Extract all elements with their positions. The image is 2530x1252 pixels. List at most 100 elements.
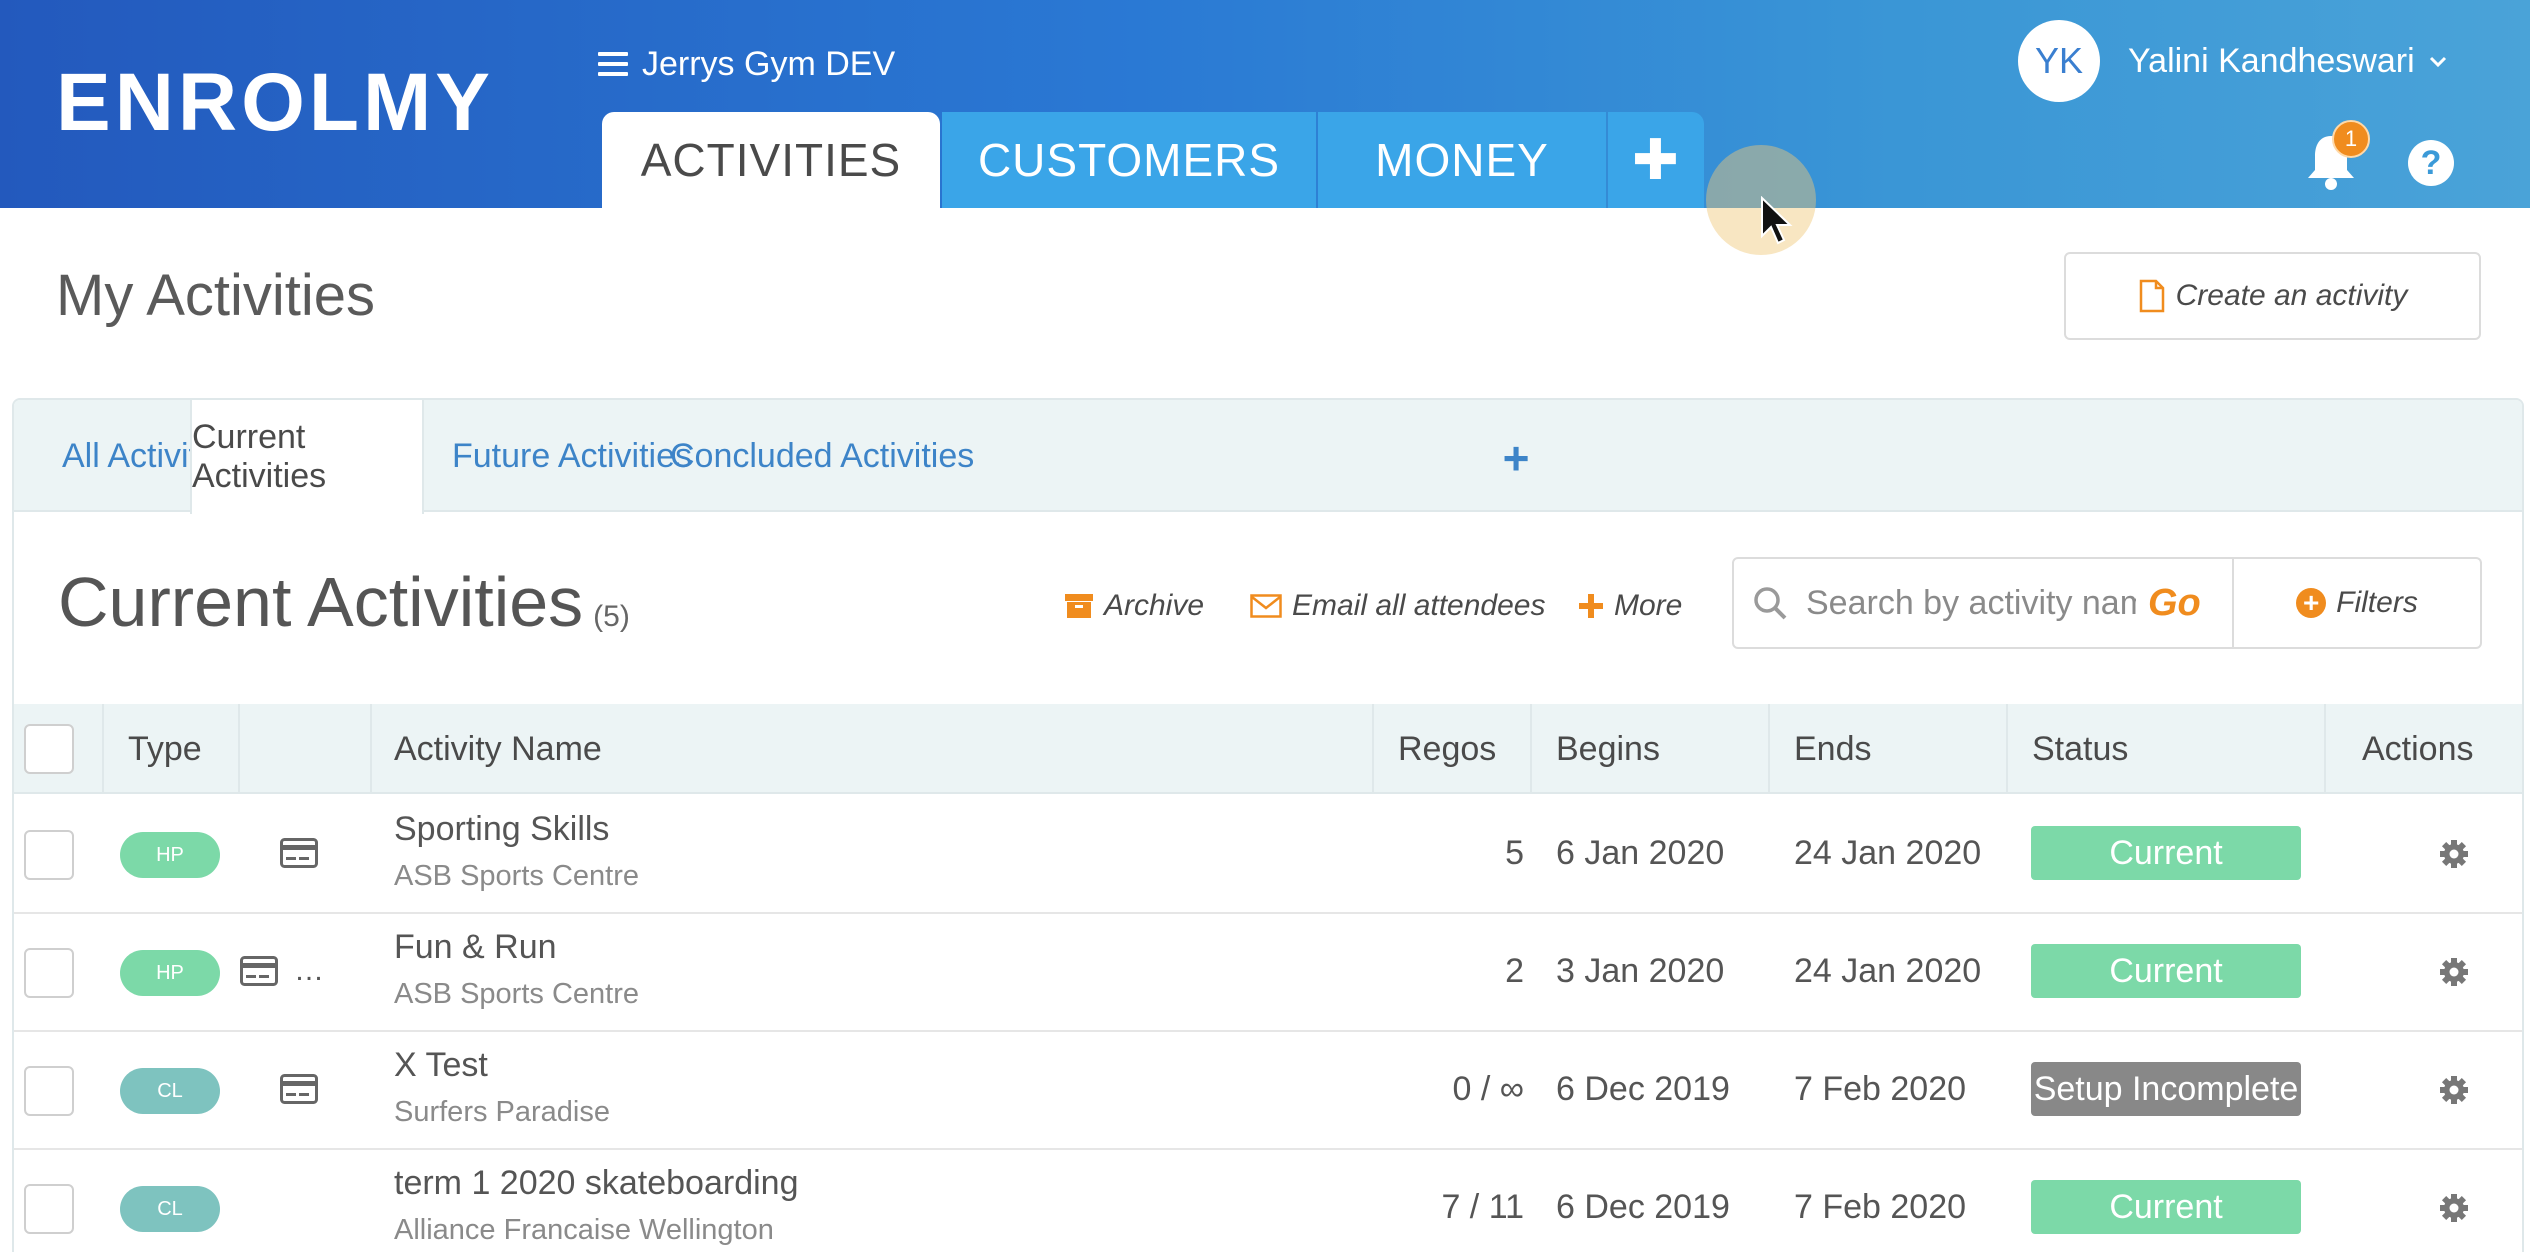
user-menu[interactable]: YK Yalini Kandheswari xyxy=(2018,20,2449,102)
enrolmy-logo[interactable]: ENROLMY xyxy=(56,62,496,142)
tab-customers[interactable]: CUSTOMERS xyxy=(942,112,1316,208)
credit-card-icon xyxy=(240,956,278,986)
activity-name-link[interactable]: Fun & Run xyxy=(394,928,557,967)
regos-count: 2 xyxy=(1505,952,1524,990)
more-label: More xyxy=(1614,589,1683,622)
status-badge: Current xyxy=(2031,826,2301,880)
regos-count: 0 / ∞ xyxy=(1452,1070,1525,1108)
activities-panel: All Activities Current Activities Future… xyxy=(12,398,2524,1252)
activity-venue: ASB Sports Centre xyxy=(394,860,639,892)
activity-venue: Surfers Paradise xyxy=(394,1096,610,1128)
end-date: 24 Jan 2020 xyxy=(1794,834,1982,872)
archive-button[interactable]: Archive xyxy=(1064,586,1204,626)
table-row: CL X Test Surfers Paradise 0 / ∞ 6 Dec 2… xyxy=(14,1032,2522,1150)
sub-tabs: All Activities Current Activities Future… xyxy=(14,400,2522,514)
plus-circle-icon: + xyxy=(2296,588,2327,618)
table-row: HP … Fun & Run ASB Sports Centre 2 3 Jan… xyxy=(14,914,2522,1032)
header-type[interactable]: Type xyxy=(128,704,202,794)
regos-count: 7 / 11 xyxy=(1441,1188,1524,1226)
page-title: My Activities xyxy=(56,263,376,328)
filters-button[interactable]: + Filters xyxy=(2234,557,2482,649)
envelope-icon xyxy=(1250,594,1282,618)
status-badge: Current xyxy=(2031,944,2301,998)
create-activity-label: Create an activity xyxy=(2175,279,2408,312)
header-begins[interactable]: Begins xyxy=(1556,704,1660,794)
row-checkbox[interactable] xyxy=(24,1184,74,1234)
email-all-attendees-button[interactable]: Email all attendees xyxy=(1250,586,1545,626)
status-badge: Setup Incomplete xyxy=(2031,1062,2301,1116)
list-title-text: Current Activities xyxy=(58,563,584,641)
table-header: Type Activity Name Regos Begins Ends Sta… xyxy=(14,704,2522,794)
main-nav-tabs: ACTIVITIES CUSTOMERS MONEY ✚ xyxy=(602,112,1706,208)
org-name: Jerrys Gym DEV xyxy=(642,44,896,83)
tab-activities[interactable]: ACTIVITIES xyxy=(602,112,940,208)
row-checkbox[interactable] xyxy=(24,830,74,880)
hamburger-icon xyxy=(598,52,628,76)
header-activity-name[interactable]: Activity Name xyxy=(394,704,602,794)
activity-name-link[interactable]: term 1 2020 skateboarding xyxy=(394,1164,798,1203)
subtab-current-activities[interactable]: Current Activities xyxy=(190,400,424,514)
credit-card-icon xyxy=(280,1074,318,1104)
list-count: (5) xyxy=(593,600,630,633)
table-row: HP Sporting Skills ASB Sports Centre 5 6… xyxy=(14,796,2522,914)
top-header: ENROLMY Jerrys Gym DEV ACTIVITIES CUSTOM… xyxy=(0,0,2530,208)
user-name: Yalini Kandheswari xyxy=(2128,41,2415,80)
chevron-down-icon xyxy=(2429,56,2446,68)
more-payment-options: … xyxy=(294,954,324,987)
mouse-pointer-icon xyxy=(1761,196,1793,245)
gear-icon[interactable] xyxy=(2438,1192,2470,1224)
column-divider xyxy=(2006,704,2008,794)
header-regos[interactable]: Regos xyxy=(1398,704,1496,794)
header-status[interactable]: Status xyxy=(2032,704,2128,794)
email-all-attendees-label: Email all attendees xyxy=(1292,589,1546,622)
archive-icon xyxy=(1065,594,1093,618)
archive-label: Archive xyxy=(1104,589,1205,622)
search-input[interactable] xyxy=(1806,583,2136,623)
type-badge: HP xyxy=(120,832,220,878)
search-box: Go xyxy=(1732,557,2234,649)
column-divider xyxy=(238,704,240,794)
tab-add-plus-icon[interactable]: ✚ xyxy=(1608,112,1704,208)
begin-date: 3 Jan 2020 xyxy=(1556,952,1725,990)
go-button[interactable]: Go xyxy=(2148,582,2201,625)
activity-venue: Alliance Francaise Wellington xyxy=(394,1214,774,1246)
add-tab-plus-icon[interactable]: + xyxy=(1494,432,1538,484)
tab-money[interactable]: MONEY xyxy=(1318,112,1606,208)
list-title: Current Activities (5) xyxy=(58,562,630,642)
type-badge: CL xyxy=(120,1186,220,1232)
column-divider xyxy=(1768,704,1770,794)
create-activity-button[interactable]: Create an activity xyxy=(2064,252,2481,340)
row-checkbox[interactable] xyxy=(24,948,74,998)
subtab-concluded-activities[interactable]: Concluded Activities xyxy=(670,400,974,512)
plus-icon xyxy=(1579,594,1603,618)
gear-icon[interactable] xyxy=(2438,1074,2470,1106)
column-divider xyxy=(1530,704,1532,794)
help-icon[interactable]: ? xyxy=(2408,140,2454,186)
activity-venue: ASB Sports Centre xyxy=(394,978,639,1010)
gear-icon[interactable] xyxy=(2438,838,2470,870)
select-all-checkbox[interactable] xyxy=(24,724,74,774)
end-date: 24 Jan 2020 xyxy=(1794,952,1982,990)
more-button[interactable]: More xyxy=(1578,586,1682,626)
end-date: 7 Feb 2020 xyxy=(1794,1188,1967,1226)
column-divider xyxy=(2324,704,2326,794)
gear-icon[interactable] xyxy=(2438,956,2470,988)
row-checkbox[interactable] xyxy=(24,1066,74,1116)
begin-date: 6 Dec 2019 xyxy=(1556,1070,1730,1108)
begin-date: 6 Dec 2019 xyxy=(1556,1188,1730,1226)
activity-name-link[interactable]: Sporting Skills xyxy=(394,810,609,849)
logo-text: ENROLMY xyxy=(56,62,494,142)
avatar: YK xyxy=(2018,20,2100,102)
regos-count: 5 xyxy=(1505,834,1524,872)
header-ends[interactable]: Ends xyxy=(1794,704,1872,794)
begin-date: 6 Jan 2020 xyxy=(1556,834,1725,872)
status-badge: Current xyxy=(2031,1180,2301,1234)
activity-name-link[interactable]: X Test xyxy=(394,1046,488,1085)
credit-card-icon xyxy=(280,838,318,868)
document-icon xyxy=(2139,279,2164,313)
subtab-future-activities[interactable]: Future Activities xyxy=(452,400,692,512)
column-divider xyxy=(1372,704,1374,794)
column-divider xyxy=(370,704,372,794)
filters-label: Filters xyxy=(2336,586,2418,619)
org-menu-button[interactable]: Jerrys Gym DEV xyxy=(598,42,895,86)
